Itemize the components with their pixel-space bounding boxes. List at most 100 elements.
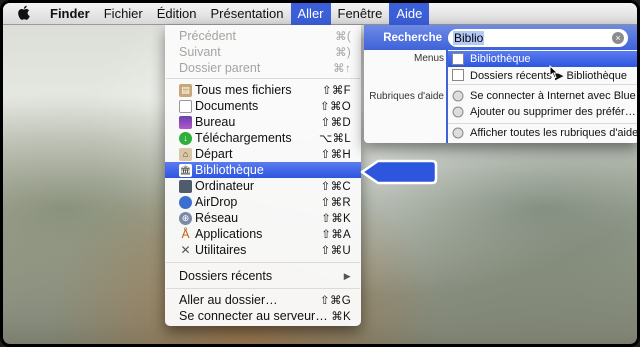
menu-item-depart[interactable]: ⌂ Départ ⇧⌘H bbox=[165, 146, 361, 162]
help-topic-internet-bluetooth[interactable]: Se connecter à Internet avec Blue… bbox=[448, 88, 639, 104]
menu-item-dossiers-recents[interactable]: Dossiers récents ▶ bbox=[165, 268, 361, 284]
callout-arrow-icon bbox=[360, 158, 438, 189]
help-topic-preferences[interactable]: Ajouter ou supprimer des préfér… bbox=[448, 104, 637, 120]
section-separator bbox=[448, 84, 637, 85]
shortcut-label: ⇧⌘H bbox=[320, 149, 351, 161]
topics-category-label: Rubriques d'aide bbox=[369, 91, 444, 102]
menu-item-aller-au-dossier[interactable]: Aller au dossier… ⇧⌘G bbox=[165, 292, 361, 308]
menu-item-label: Suivant bbox=[179, 45, 221, 59]
section-separator bbox=[448, 123, 637, 124]
shortcut-label: ⇧⌘O bbox=[320, 101, 351, 113]
menu-item-airdrop[interactable]: AirDrop ⇧⌘R bbox=[165, 194, 361, 210]
shortcut-label: ⇧⌘D bbox=[320, 117, 351, 129]
menu-item-ordinateur[interactable]: Ordinateur ⇧⌘C bbox=[165, 178, 361, 194]
menu-edition[interactable]: Édition bbox=[150, 3, 204, 25]
menu-item-bibliotheque[interactable]: 🏛 Bibliothèque bbox=[165, 162, 361, 178]
menu-item-label: Dossiers récents bbox=[179, 269, 273, 283]
menu-item-suivant: Suivant ⌘) bbox=[165, 44, 361, 60]
help-search-input[interactable]: Biblio × bbox=[448, 28, 628, 47]
shortcut-label: ⇧⌘C bbox=[320, 181, 351, 193]
menu-result-icon bbox=[452, 53, 464, 65]
shortcut-label: ⇧⌘F bbox=[321, 85, 351, 97]
mouse-cursor-icon bbox=[549, 64, 559, 82]
menu-item-tous-mes-fichiers[interactable]: ▤ Tous mes fichiers ⇧⌘F bbox=[165, 82, 361, 98]
menu-item-label: Précédent bbox=[179, 29, 236, 43]
shortcut-label: ⌘K bbox=[331, 311, 351, 323]
clear-search-icon[interactable]: × bbox=[612, 31, 624, 44]
apple-menu-icon[interactable] bbox=[3, 5, 43, 23]
menu-item-label: AirDrop bbox=[195, 195, 238, 209]
menu-item-label: Bibliothèque bbox=[195, 163, 264, 177]
menu-item-label: Aller au dossier… bbox=[179, 293, 278, 307]
menu-item-label: Documents bbox=[195, 99, 259, 113]
computer-icon bbox=[179, 179, 192, 193]
result-label: Afficher toutes les rubriques d'aide bbox=[470, 127, 639, 139]
submenu-arrow-icon: ▶ bbox=[343, 270, 351, 281]
desktop: Finder Fichier Édition Présentation Alle… bbox=[0, 0, 640, 347]
home-icon: ⌂ bbox=[179, 147, 192, 161]
menu-item-label: Applications bbox=[195, 227, 263, 241]
menu-item-label: Bureau bbox=[195, 115, 236, 129]
documents-icon bbox=[179, 99, 192, 113]
help-result-dossiers-recents[interactable]: Dossiers récents ▶ Bibliothèque bbox=[448, 67, 637, 83]
help-topic-icon bbox=[452, 106, 464, 118]
shortcut-label: ⇧⌘A bbox=[321, 229, 351, 241]
network-icon: ⊕ bbox=[179, 211, 192, 225]
menu-item-label: Dossier parent bbox=[179, 61, 261, 75]
menu-item-label: Ordinateur bbox=[195, 179, 255, 193]
menu-bar: Finder Fichier Édition Présentation Alle… bbox=[3, 3, 637, 25]
result-label: Ajouter ou supprimer des préfér… bbox=[470, 106, 636, 118]
menu-finder[interactable]: Finder bbox=[43, 3, 97, 25]
library-icon: 🏛 bbox=[179, 163, 192, 177]
menu-item-utilitaires[interactable]: ✕ Utilitaires ⇧⌘U bbox=[165, 242, 361, 258]
applications-icon: Å bbox=[181, 227, 190, 241]
shortcut-label: ⇧⌘G bbox=[320, 295, 351, 307]
shortcut-label: ⌘↑ bbox=[333, 63, 351, 75]
menu-aide[interactable]: Aide bbox=[389, 3, 430, 25]
menu-item-label: Utilitaires bbox=[195, 243, 247, 257]
help-topic-icon bbox=[452, 127, 464, 139]
help-search-bar: Recherche Biblio × bbox=[364, 25, 637, 50]
menu-aller[interactable]: Aller bbox=[290, 3, 331, 25]
shortcut-label: ⌥⌘L bbox=[318, 133, 351, 145]
help-result-bibliotheque[interactable]: Bibliothèque bbox=[448, 51, 637, 67]
menu-item-label: Réseau bbox=[195, 211, 239, 225]
desktop-icon bbox=[179, 115, 192, 129]
menu-item-documents[interactable]: Documents ⇧⌘O bbox=[165, 98, 361, 114]
shortcut-label: ⌘) bbox=[335, 47, 351, 59]
menu-separator bbox=[166, 262, 360, 263]
menu-separator bbox=[166, 78, 360, 79]
menus-category-label: Menus bbox=[413, 53, 444, 64]
menu-presentation[interactable]: Présentation bbox=[204, 3, 291, 25]
shortcut-label: ⇧⌘K bbox=[321, 213, 351, 225]
downloads-icon: ↓ bbox=[179, 131, 192, 145]
shortcut-label: ⌘( bbox=[335, 31, 351, 43]
result-label: Bibliothèque bbox=[470, 53, 531, 65]
menu-item-bureau[interactable]: Bureau ⇧⌘D bbox=[165, 114, 361, 130]
menu-item-reseau[interactable]: ⊕ Réseau ⇧⌘K bbox=[165, 210, 361, 226]
help-search-panel: Recherche Biblio × Menus Bibliothèque Do… bbox=[364, 25, 639, 143]
search-value: Biblio bbox=[453, 30, 485, 45]
airdrop-icon bbox=[179, 195, 192, 209]
menu-item-label: Départ bbox=[195, 147, 233, 161]
menu-item-label: Téléchargements bbox=[195, 131, 292, 145]
menu-separator bbox=[166, 288, 360, 289]
help-topic-icon bbox=[452, 90, 464, 102]
menu-fenetre[interactable]: Fenêtre bbox=[331, 3, 390, 25]
all-files-icon: ▤ bbox=[179, 83, 192, 97]
menu-item-telechargements[interactable]: ↓ Téléchargements ⌥⌘L bbox=[165, 130, 361, 146]
result-label: Se connecter à Internet avec Blue… bbox=[470, 90, 639, 102]
menu-item-dossier-parent: Dossier parent ⌘↑ bbox=[165, 60, 361, 76]
shortcut-label: ⇧⌘R bbox=[320, 197, 351, 209]
menu-item-se-connecter-au-serveur[interactable]: Se connecter au serveur… ⌘K bbox=[165, 308, 361, 324]
menu-fichier[interactable]: Fichier bbox=[97, 3, 150, 25]
shortcut-label: ⇧⌘U bbox=[320, 245, 351, 257]
menu-item-label: Tous mes fichiers bbox=[195, 83, 292, 97]
search-label: Recherche bbox=[383, 31, 442, 44]
menu-item-precedent: Précédent ⌘( bbox=[165, 28, 361, 44]
menu-result-icon bbox=[452, 69, 464, 81]
utilities-icon: ✕ bbox=[180, 243, 191, 257]
help-show-all-topics[interactable]: Afficher toutes les rubriques d'aide bbox=[448, 125, 639, 141]
menu-item-applications[interactable]: Å Applications ⇧⌘A bbox=[165, 226, 361, 242]
menu-item-label: Se connecter au serveur… bbox=[179, 309, 328, 323]
